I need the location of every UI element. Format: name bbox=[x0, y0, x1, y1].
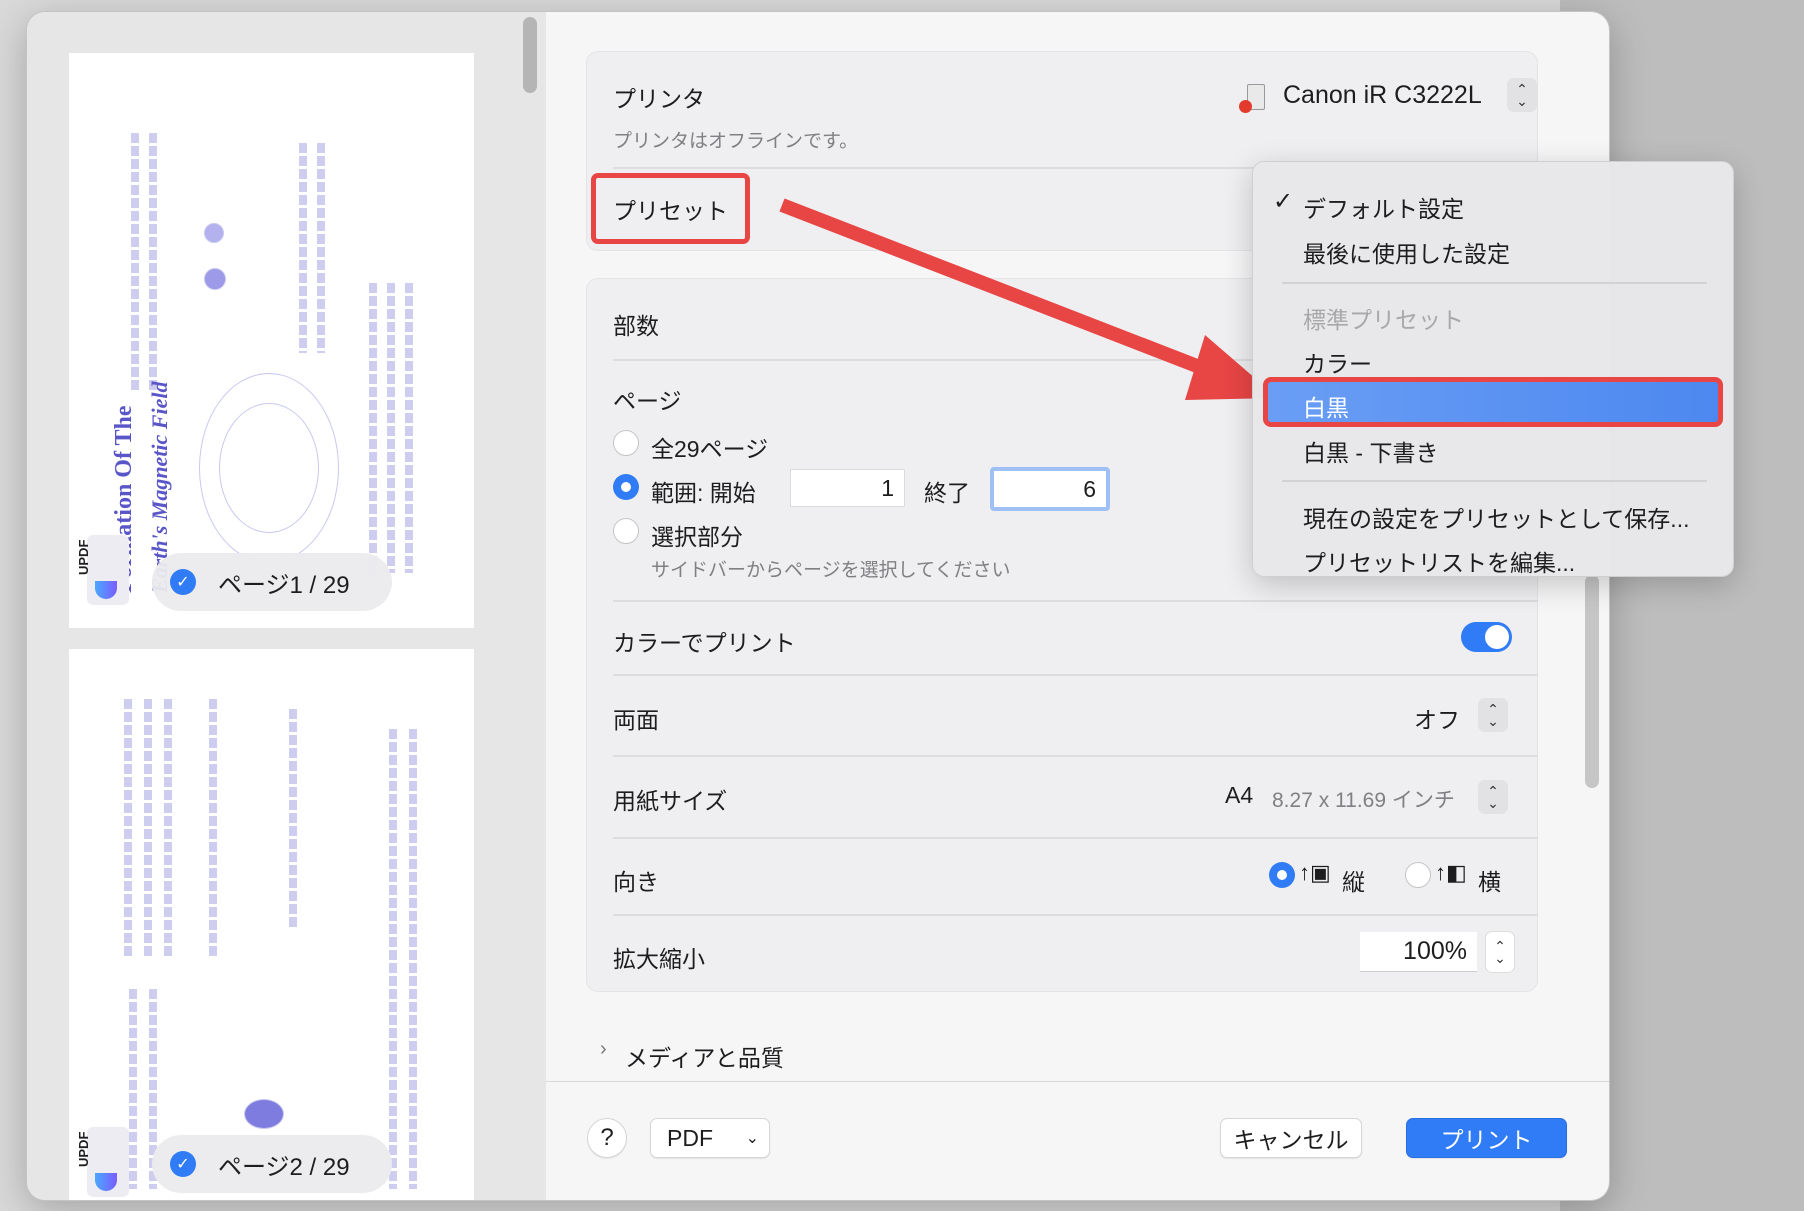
menu-item-bw[interactable]: 白黒 bbox=[1303, 389, 1349, 423]
menu-item-edit-presets[interactable]: プリセットリストを編集... bbox=[1303, 544, 1575, 578]
menu-item-bw-draft[interactable]: 白黒 - 下書き bbox=[1303, 434, 1438, 468]
arrow-shaft bbox=[779, 198, 1218, 380]
menu-item-color[interactable]: カラー bbox=[1303, 345, 1372, 379]
preset-dropdown-menu: ✓ デフォルト設定 最後に使用した設定 標準プリセット カラー 白黒 白黒 - … bbox=[1252, 161, 1734, 577]
menu-separator bbox=[1282, 282, 1707, 284]
menu-header-standard-presets: 標準プリセット bbox=[1303, 307, 1464, 333]
checkmark-icon: ✓ bbox=[1273, 188, 1294, 215]
menu-item-last-used[interactable]: 最後に使用した設定 bbox=[1303, 235, 1510, 269]
menu-separator bbox=[1282, 480, 1707, 482]
menu-item-save-preset[interactable]: 現在の設定をプリセットとして保存... bbox=[1303, 500, 1689, 534]
menu-item-default[interactable]: デフォルト設定 bbox=[1303, 190, 1464, 224]
